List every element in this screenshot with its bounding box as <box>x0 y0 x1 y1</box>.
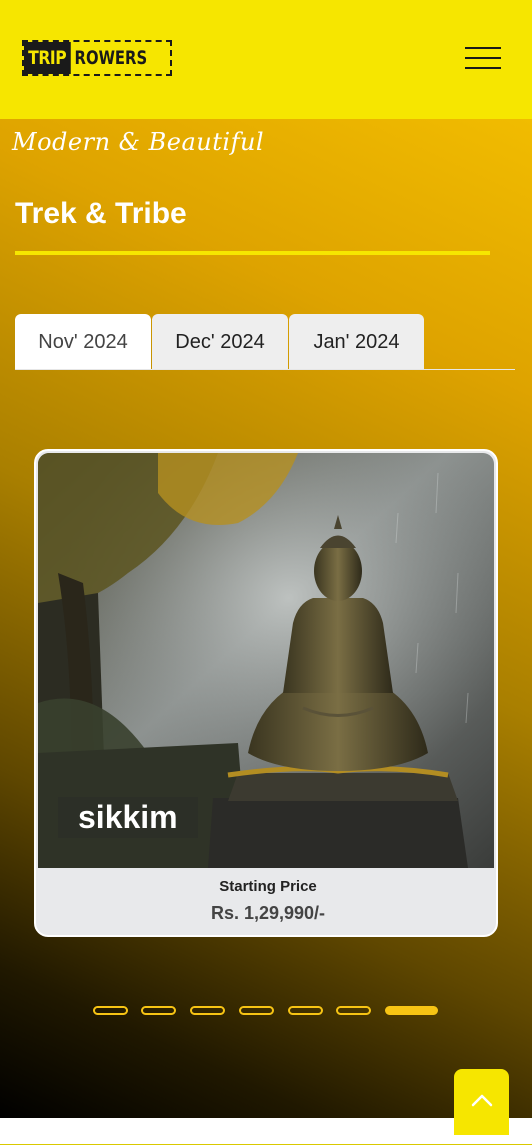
section-title: Trek & Tribe <box>15 197 187 230</box>
logo-text-rowers: ROWERS <box>74 47 147 69</box>
month-tabs: Nov' 2024 Dec' 2024 Jan' 2024 <box>15 314 424 370</box>
scroll-to-top-button[interactable] <box>454 1069 509 1135</box>
site-logo[interactable]: TRIP ROWERS <box>22 40 172 76</box>
carousel-dot[interactable] <box>288 1006 323 1015</box>
title-underline <box>15 251 490 255</box>
carousel-dot-active[interactable] <box>385 1006 438 1015</box>
logo-frame: TRIP ROWERS <box>22 40 172 76</box>
tabs-divider <box>15 369 515 370</box>
tab-dec-2024[interactable]: Dec' 2024 <box>152 314 288 370</box>
carousel-dot[interactable] <box>190 1006 225 1015</box>
tab-jan-2024[interactable]: Jan' 2024 <box>289 314 424 370</box>
trip-destination: sikkim <box>58 797 198 838</box>
price-value: Rs. 1,29,990/- <box>210 903 326 923</box>
page-footer-edge <box>0 1118 532 1145</box>
carousel-dot[interactable] <box>239 1006 274 1015</box>
hamburger-menu-icon[interactable] <box>463 44 503 72</box>
carousel-dot[interactable] <box>141 1006 176 1015</box>
trip-card[interactable] <box>34 449 498 937</box>
site-header: TRIP ROWERS <box>0 0 532 119</box>
chevron-up-icon <box>471 1093 493 1112</box>
section-tagline: Modern & Beautiful <box>12 128 265 156</box>
tab-nov-2024[interactable]: Nov' 2024 <box>15 314 151 370</box>
logo-text-trip: TRIP <box>24 42 71 74</box>
carousel-dot[interactable] <box>336 1006 371 1015</box>
carousel-dot[interactable] <box>93 1006 128 1015</box>
price-label: Starting Price <box>219 878 317 895</box>
